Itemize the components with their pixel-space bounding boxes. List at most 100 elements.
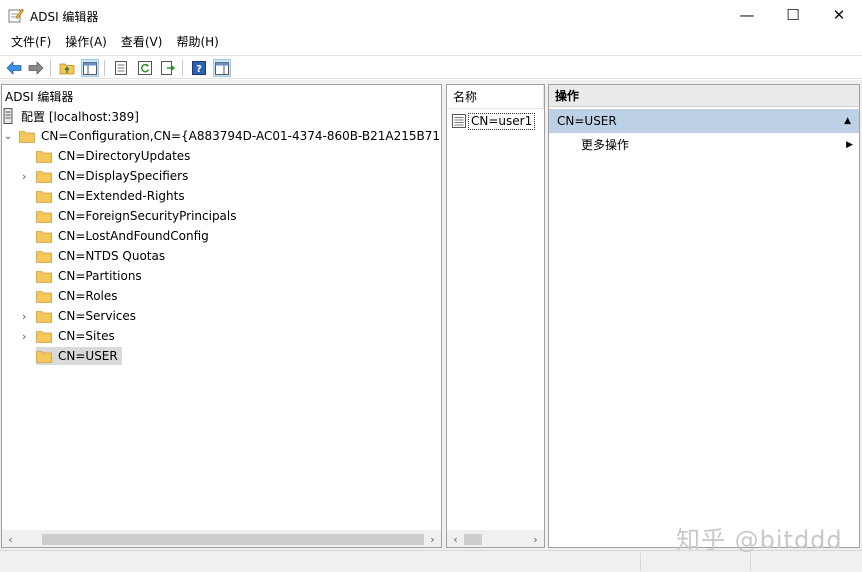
tree-item-label: CN=DisplaySpecifiers (58, 169, 189, 183)
configuration-label: CN=Configuration,CN={A883794D-AC01-4374-… (41, 129, 442, 143)
tree-item[interactable]: CN=DirectoryUpdates (22, 146, 192, 166)
action-section-cn-user[interactable]: CN=USER ▲ (549, 109, 859, 133)
folder-icon (36, 150, 52, 163)
tree-item[interactable]: CN=Roles (22, 286, 120, 306)
folder-icon (36, 290, 52, 303)
console-tree-pane[interactable]: ADSI 编辑器 配置 [localhost:389] ⌄ CN=Configu… (1, 84, 442, 548)
folder-icon (36, 350, 52, 363)
forward-button[interactable] (27, 59, 45, 77)
tree-item-label: CN=Roles (58, 289, 118, 303)
up-one-level-button[interactable] (58, 59, 76, 77)
folder-up-icon (59, 63, 75, 75)
list-item-label: CN=user1 (468, 112, 536, 130)
chevron-right-icon[interactable]: › (22, 170, 36, 183)
tree-item[interactable]: CN=Partitions (22, 266, 144, 286)
help-icon: ? (192, 61, 206, 75)
tree-item[interactable]: › CN=Services (22, 306, 138, 326)
folder-icon (36, 310, 52, 323)
tree-item-label: CN=Services (58, 309, 137, 323)
refresh-icon (138, 61, 152, 75)
tree-item-selected[interactable]: CN=USER (22, 346, 122, 366)
scroll-thumb[interactable] (42, 534, 424, 545)
folder-icon (36, 170, 52, 183)
forward-arrow-icon (28, 61, 44, 75)
watermark: 知乎 @bitddd (676, 526, 843, 554)
back-arrow-icon (6, 61, 22, 75)
tree-item[interactable]: CN=Extended-Rights (22, 186, 187, 206)
show-hide-console-tree-button[interactable] (81, 59, 99, 77)
tree-item-label: CN=ForeignSecurityPrincipals (58, 209, 237, 223)
connection-label: 配置 [localhost:389] (21, 109, 139, 124)
chevron-right-icon[interactable]: › (22, 310, 36, 323)
folder-icon (36, 270, 52, 283)
server-icon (3, 108, 13, 124)
tree-connection[interactable]: 配置 [localhost:389] (3, 106, 141, 126)
menu-bar: 文件(F) 操作(A) 查看(V) 帮助(H) (0, 31, 862, 53)
scroll-left-icon[interactable]: ‹ (447, 531, 464, 547)
tree-item[interactable]: › CN=Sites (22, 326, 117, 346)
close-button[interactable]: ✕ (816, 0, 862, 30)
more-actions-label: 更多操作 (581, 138, 630, 152)
tree-root-label: ADSI 编辑器 (5, 89, 74, 104)
tree-item-label: CN=DirectoryUpdates (58, 149, 191, 163)
tree-item-label: CN=USER (56, 348, 120, 364)
tree-horizontal-scrollbar[interactable]: ‹ › (2, 530, 441, 547)
scroll-right-icon[interactable]: › (424, 531, 441, 547)
help-button[interactable]: ? (190, 59, 208, 77)
folder-icon (36, 230, 52, 243)
folder-icon (36, 250, 52, 263)
more-actions-item[interactable]: 更多操作 ▶ (581, 135, 853, 155)
scroll-left-icon[interactable]: ‹ (2, 531, 19, 547)
submenu-arrow-icon: ▶ (846, 140, 853, 150)
folder-open-icon (19, 130, 35, 143)
folder-icon (36, 330, 52, 343)
maximize-button[interactable]: ☐ (770, 0, 816, 30)
tree-item[interactable]: › CN=DisplaySpecifiers (22, 166, 190, 186)
svg-text:?: ? (196, 64, 202, 75)
collapse-up-icon[interactable]: ▲ (844, 109, 851, 133)
tree-item[interactable]: CN=NTDS Quotas (22, 246, 167, 266)
chevron-down-icon[interactable]: ⌄ (3, 131, 13, 142)
export-list-icon (160, 61, 175, 75)
tree-item[interactable]: CN=ForeignSecurityPrincipals (22, 206, 239, 226)
list-horizontal-scrollbar[interactable]: ‹ › (447, 530, 544, 547)
result-pane[interactable]: 名称 CN=user1 ‹ › (446, 84, 545, 548)
scroll-thumb[interactable] (464, 534, 482, 545)
window-title: ADSI 编辑器 (30, 10, 99, 24)
back-button[interactable] (5, 59, 23, 77)
toolbar-separator (182, 60, 183, 76)
tree-item-label: CN=LostAndFoundConfig (58, 229, 209, 243)
name-column-label: 名称 (453, 90, 478, 104)
scroll-right-icon[interactable]: › (527, 531, 544, 547)
toolbar: ? (0, 55, 862, 79)
action-pane: 操作 CN=USER ▲ 更多操作 ▶ (548, 84, 860, 548)
title-bar: ADSI 编辑器 — ☐ ✕ (0, 0, 862, 30)
tree-configuration[interactable]: ⌄ CN=Configuration,CN={A883794D-AC01-437… (3, 126, 442, 146)
folder-icon (36, 190, 52, 203)
adsi-editor-icon (8, 8, 24, 23)
status-divider (640, 553, 641, 571)
export-list-button[interactable] (159, 59, 177, 77)
menu-view[interactable]: 查看(V) (114, 31, 170, 53)
menu-action[interactable]: 操作(A) (58, 31, 114, 53)
column-divider[interactable] (543, 85, 544, 109)
properties-icon (115, 61, 127, 75)
folder-icon (36, 210, 52, 223)
refresh-button[interactable] (136, 59, 154, 77)
list-item[interactable]: CN=user1 (452, 112, 536, 130)
action-section-label: CN=USER (557, 114, 617, 128)
tree-item-label: CN=Partitions (58, 269, 142, 283)
minimize-button[interactable]: — (724, 0, 770, 30)
name-column-header[interactable]: 名称 (447, 85, 544, 109)
properties-button[interactable] (112, 59, 130, 77)
console-tree-icon (83, 61, 97, 75)
menu-file[interactable]: 文件(F) (4, 31, 58, 53)
menu-help[interactable]: 帮助(H) (169, 31, 225, 53)
tree-root[interactable]: ADSI 编辑器 (3, 86, 75, 106)
tree-item[interactable]: CN=LostAndFoundConfig (22, 226, 211, 246)
toolbar-separator (50, 60, 51, 76)
tree-item-label: CN=Extended-Rights (58, 189, 185, 203)
show-hide-action-pane-button[interactable] (213, 59, 231, 77)
chevron-right-icon[interactable]: › (22, 330, 36, 343)
tree-item-label: CN=Sites (58, 329, 115, 343)
